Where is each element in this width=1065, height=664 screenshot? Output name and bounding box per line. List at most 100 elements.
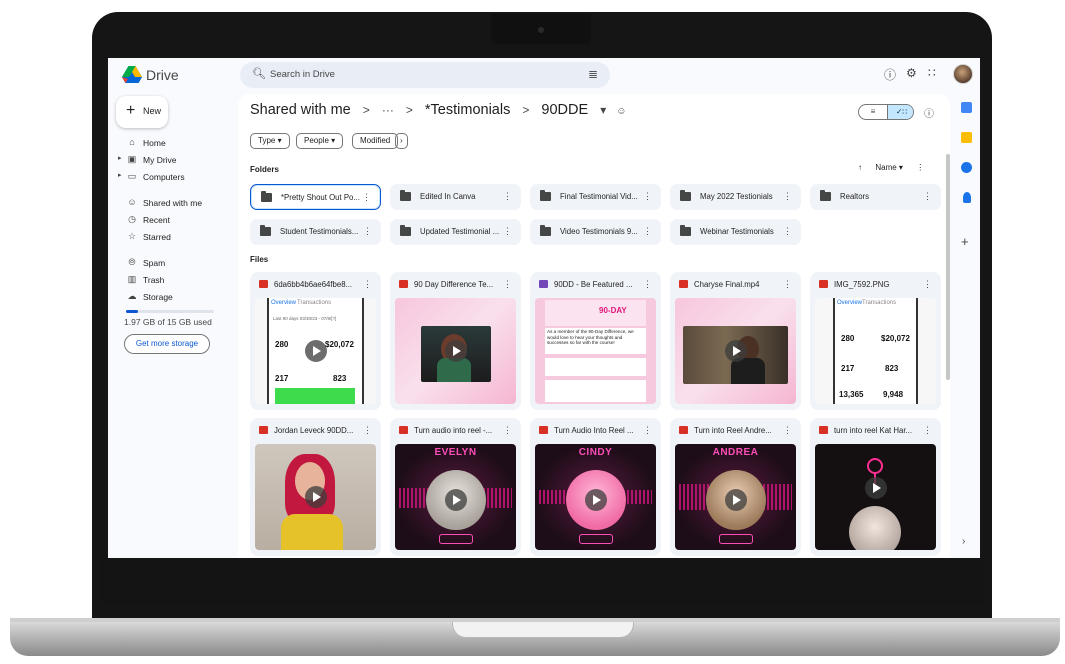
file-card[interactable]: 6da6bb4b6ae64fbe8... ⋮ Overview Transact… [250,272,381,410]
file-card[interactable]: Charyse Final.mp4 ⋮ [670,272,801,410]
grid-view-icon[interactable]: ✓∷ [887,105,913,119]
get-more-storage-button[interactable]: Get more storage [124,334,210,354]
sort-label[interactable]: Name [875,163,896,172]
help-icon[interactable]: ⓘ [884,66,896,83]
sidebar-item-home[interactable]: ⌂ Home [108,136,228,152]
more-options-icon[interactable]: ⋮ [503,226,512,237]
more-options-icon[interactable]: ⋮ [923,191,932,202]
more-options-icon[interactable]: ⋮ [783,191,792,202]
sidebar-item-trash[interactable]: ▥ Trash [108,273,228,289]
sidebar-item-my-drive[interactable]: ▸ ▣ My Drive [108,153,228,169]
file-card[interactable]: Turn audio into reel -... ⋮ EVELYN [390,418,521,556]
folder-item[interactable]: Video Testimonials 9... ⋮ [530,219,661,245]
more-options-icon[interactable]: ⋮ [363,279,372,290]
list-view-icon[interactable]: ≡ [859,105,887,119]
thumb-text: Transactions [862,300,897,306]
expand-caret-icon[interactable]: ▸ [118,171,122,179]
play-icon[interactable] [864,477,887,499]
new-button[interactable]: + New [116,96,168,128]
sidebar-item-spam[interactable]: ⦾ Spam [108,256,228,272]
breadcrumb-more-button[interactable]: ··· [382,103,394,117]
filter-people-chip[interactable]: People ▾ [296,133,344,149]
top-bar: Drive 🔍︎ Search in Drive ≣ ⓘ ⚙ ∷ [108,58,980,94]
chevron-right-icon[interactable]: › [395,133,408,149]
sidebar-item-shared-with-me[interactable]: ☺ Shared with me [108,196,228,212]
file-card[interactable]: IMG_7592.PNG ⋮ Overview Transactions 280… [810,272,941,410]
more-options-icon[interactable]: ⋮ [362,192,371,203]
sidebar-item-starred[interactable]: ☆ Starred [108,230,228,246]
folder-item[interactable]: Student Testimonials... ⋮ [250,219,381,245]
view-toggle[interactable]: ≡ ✓∷ [858,104,914,120]
more-options-icon[interactable]: ⋮ [916,163,924,172]
search-options-icon[interactable]: ≣ [588,67,598,81]
more-options-icon[interactable]: ⋮ [923,425,932,436]
drive-logo-icon[interactable] [122,66,142,83]
play-icon[interactable] [304,340,327,362]
play-icon[interactable] [444,489,467,511]
folder-item[interactable]: Final Testimonial Vid... ⋮ [530,184,661,210]
file-card[interactable]: turn into reel Kat Har... ⋮ [810,418,941,556]
laptop-opening-notch [452,622,634,638]
folder-item[interactable]: Updated Testimonial ... ⋮ [390,219,521,245]
more-options-icon[interactable]: ⋮ [363,226,372,237]
file-card[interactable]: Turn into Reel Andre... ⋮ ANDREA [670,418,801,556]
file-card[interactable]: Turn Audio Into Reel ... ⋮ CINDY [530,418,661,556]
more-options-icon[interactable]: ⋮ [643,191,652,202]
contacts-icon[interactable] [963,192,971,203]
expand-caret-icon[interactable]: ▸ [118,154,122,162]
filter-modified-chip[interactable]: Modified [352,133,399,149]
breadcrumb-shared-with-me[interactable]: Shared with me [250,102,351,118]
avatar[interactable] [953,64,973,84]
breadcrumb-current-folder[interactable]: 90DDE [541,102,588,118]
keep-icon[interactable] [961,132,972,143]
folder-item[interactable]: Realtors ⋮ [810,184,941,210]
folder-item[interactable]: *Pretty Shout Out Po... ⋮ [250,184,381,210]
more-options-icon[interactable]: ⋮ [503,425,512,436]
more-options-icon[interactable]: ⋮ [923,279,932,290]
play-icon[interactable] [584,489,607,511]
expand-panel-icon[interactable]: › [962,536,965,547]
folder-item[interactable]: Edited In Canva ⋮ [390,184,521,210]
sort-direction-icon[interactable]: ↑ [858,163,862,172]
settings-icon[interactable]: ⚙ [906,66,917,80]
file-name: 90 Day Difference Te... [414,280,494,289]
file-card[interactable]: 90DD - Be Featured ... ⋮ 90-DAY As a mem… [530,272,661,410]
play-icon[interactable] [724,489,747,511]
file-name: Turn Audio Into Reel ... [554,426,634,435]
play-icon[interactable] [724,340,747,362]
add-addon-icon[interactable]: + [961,234,969,249]
thumb-number: 823 [885,364,899,373]
chevron-down-icon[interactable]: ▾ [600,103,606,117]
file-card[interactable]: Jordan Leveck 90DD... ⋮ [250,418,381,556]
more-options-icon[interactable]: ⋮ [783,226,792,237]
more-options-icon[interactable]: ⋮ [783,279,792,290]
search-bar[interactable]: 🔍︎ Search in Drive ≣ [240,62,610,88]
more-options-icon[interactable]: ⋮ [643,226,652,237]
trash-icon: ▥ [127,274,137,284]
folder-item[interactable]: Webinar Testimonials ⋮ [670,219,801,245]
info-icon[interactable]: ⓘ [924,105,934,120]
play-icon[interactable] [444,340,467,362]
filter-type-chip[interactable]: Type ▾ [250,133,290,149]
more-options-icon[interactable]: ⋮ [363,425,372,436]
breadcrumb-testimonials[interactable]: *Testimonials [425,102,510,118]
search-icon[interactable]: 🔍︎ [252,67,266,80]
play-icon[interactable] [304,486,327,508]
sidebar-item-computers[interactable]: ▸ ▭ Computers [108,170,228,186]
file-card[interactable]: 90 Day Difference Te... ⋮ [390,272,521,410]
tasks-icon[interactable] [961,162,972,173]
calendar-icon[interactable] [961,102,972,113]
more-options-icon[interactable]: ⋮ [503,279,512,290]
app-name[interactable]: Drive [146,67,179,83]
sidebar-item-storage[interactable]: ☁︎ Storage [108,290,228,306]
more-options-icon[interactable]: ⋮ [643,279,652,290]
more-options-icon[interactable]: ⋮ [783,425,792,436]
apps-grid-icon[interactable]: ∷ [928,66,936,80]
more-options-icon[interactable]: ⋮ [503,191,512,202]
scrollbar[interactable] [946,154,950,380]
more-options-icon[interactable]: ⋮ [643,425,652,436]
folder-item[interactable]: May 2022 Testionials ⋮ [670,184,801,210]
sort-control[interactable]: ↑ Name ▾ ⋮ [858,163,924,172]
sidebar-item-recent[interactable]: ◷ Recent [108,213,228,229]
search-input[interactable]: Search in Drive [270,69,335,80]
